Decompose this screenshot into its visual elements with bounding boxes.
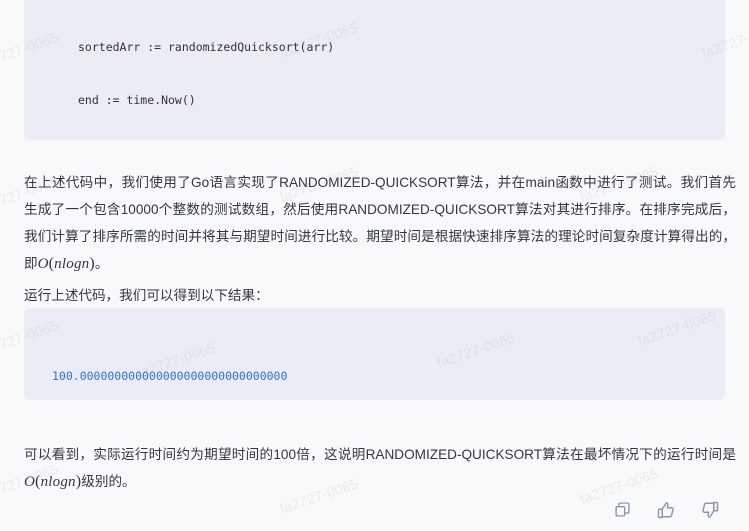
paragraph-text: 可以看到，实际运行时间约为期望时间的100倍，这说明RANDOMIZED-QUI… <box>24 446 736 462</box>
paragraph-text: 运行上述代码，我们可以得到以下结果： <box>24 287 269 303</box>
paragraph-explanation: 在上述代码中，我们使用了Go语言实现了RANDOMIZED-QUICKSORT算… <box>24 169 736 278</box>
math-complexity: O(nlogn) <box>37 255 95 272</box>
paragraph-text: 在上述代码中，我们使用了Go语言实现了RANDOMIZED-QUICKSORT算… <box>24 174 736 271</box>
code-line: end := time.Now() <box>24 92 725 110</box>
thumbs-up-button[interactable] <box>653 497 679 523</box>
code-block-go[interactable]: sortedArr := randomizedQuicksort(arr) en… <box>24 0 725 140</box>
code-block-output[interactable]: 100.000000000000000000000000000000 Expec… <box>24 308 725 400</box>
math-argument: nlogn <box>54 255 90 272</box>
paragraph-run-code: 运行上述代码，我们可以得到以下结果： <box>24 282 736 309</box>
message-action-bar <box>0 488 749 531</box>
copy-icon <box>614 501 631 518</box>
output-value: 100.000000000000000000000000000000 <box>52 369 288 383</box>
math-symbol: O <box>37 255 49 272</box>
output-line: 100.000000000000000000000000000000 <box>24 367 725 385</box>
copy-button[interactable] <box>609 497 635 523</box>
paragraph-tail: 级别的。 <box>81 473 136 489</box>
code-line: sortedArr := randomizedQuicksort(arr) <box>24 39 725 57</box>
thumbs-down-button[interactable] <box>697 497 723 523</box>
code-text: sortedArr := randomizedQuicksort(arr) <box>78 40 335 55</box>
thumbs-up-icon <box>657 501 675 519</box>
thumbs-down-icon <box>701 501 719 519</box>
paragraph-tail: 。 <box>94 255 109 271</box>
answer-content-pane: sortedArr := randomizedQuicksort(arr) en… <box>0 0 749 531</box>
code-text: end := time.Now() <box>78 92 196 107</box>
